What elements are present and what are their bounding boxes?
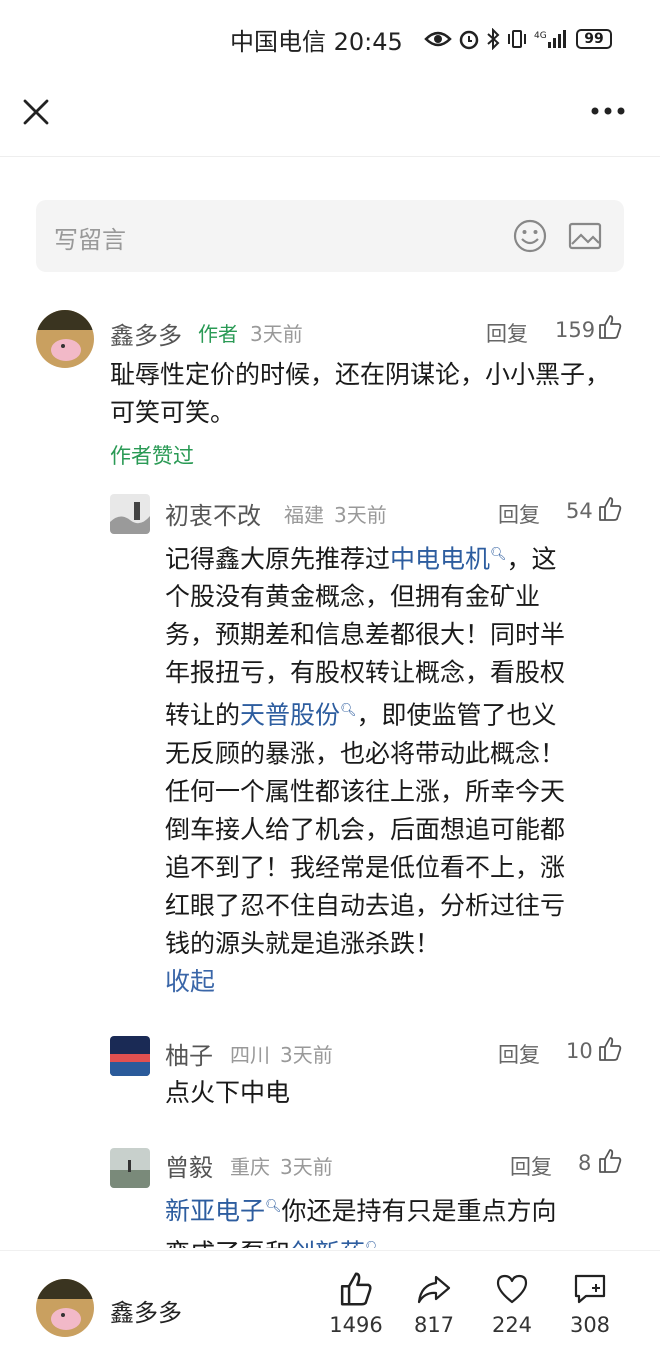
- text-line: 红眼了忍不住自动去追，分析过往亏: [165, 890, 566, 920]
- text-line: 追不到了！我经常是低位看不上，涨: [165, 852, 566, 882]
- heart-icon: [496, 1274, 528, 1304]
- like-count: 1496: [329, 1313, 383, 1337]
- close-icon[interactable]: [22, 98, 50, 126]
- commenter-name[interactable]: 初衷不改: [165, 496, 261, 531]
- stock-link[interactable]: 中电电机: [390, 544, 490, 573]
- like-count: 54: [566, 499, 593, 523]
- like-count: 10: [566, 1039, 593, 1063]
- share-button[interactable]: 817: [394, 1271, 474, 1337]
- avatar[interactable]: [110, 1036, 150, 1076]
- comment-input[interactable]: 写留言: [36, 200, 624, 272]
- text-line: 务，预期差和信息差都很大！同时半: [165, 620, 566, 650]
- alarm-icon: [459, 30, 479, 50]
- battery-icon: 99: [576, 29, 612, 49]
- thumbs-up-icon: [340, 1272, 372, 1306]
- comment-icon: [574, 1274, 606, 1304]
- bottom-action-bar: 鑫多多 1496 817 224 308: [0, 1250, 660, 1362]
- collapse-button[interactable]: 收起: [165, 962, 215, 998]
- text-line: 个股没有黄金概念，但拥有金矿业: [165, 582, 541, 612]
- text-line: 任何一个属性都该往上涨，所幸今天: [165, 776, 566, 806]
- status-icons: 4G 99: [424, 24, 612, 54]
- text-line: 年报扭亏，有股权转让概念，看股权: [165, 658, 566, 688]
- stock-link[interactable]: 创新药: [290, 1239, 365, 1248]
- stock-link[interactable]: 天普股份: [240, 701, 340, 730]
- top-nav: [0, 76, 660, 157]
- comment-location: 重庆: [230, 1155, 270, 1179]
- thumbs-up-icon[interactable]: [598, 314, 622, 340]
- signal-4g-icon: 4G: [534, 30, 566, 48]
- comment-time: 3天前: [280, 1043, 333, 1067]
- thumbs-up-icon[interactable]: [598, 496, 622, 522]
- emoji-icon[interactable]: [512, 218, 548, 254]
- text-line: 钱的源头就是追涨杀跌！: [165, 928, 441, 958]
- share-icon: [417, 1275, 451, 1304]
- search-icon: 🔍︎: [490, 547, 507, 562]
- commenter-name[interactable]: 曾毅: [165, 1148, 213, 1183]
- eye-icon: [424, 31, 452, 47]
- reply-button[interactable]: 回复: [498, 1039, 540, 1069]
- svg-text:4G: 4G: [534, 31, 547, 41]
- comment-text: 新亚电子🔍︎你还是持有只是重点方向 变成了泵和创新药🔍︎: [165, 1188, 615, 1248]
- reply-button[interactable]: 回复: [510, 1151, 552, 1181]
- image-icon[interactable]: [568, 222, 602, 250]
- thumbs-up-icon[interactable]: [598, 1036, 622, 1062]
- text-line: 记得鑫大原先推荐过中电电机🔍︎，这: [165, 544, 557, 574]
- comment-time: 3天前: [280, 1155, 333, 1179]
- carrier-time: 中国电信 20:45: [230, 28, 403, 56]
- comment-placeholder: 写留言: [54, 226, 126, 254]
- author-name[interactable]: 鑫多多: [110, 1293, 182, 1328]
- text-line: 新亚电子🔍︎你还是持有只是重点方向: [165, 1196, 557, 1226]
- favorite-button[interactable]: 224: [472, 1271, 552, 1337]
- favorite-count: 224: [491, 1313, 533, 1337]
- avatar[interactable]: [110, 1148, 150, 1188]
- more-icon[interactable]: [590, 106, 626, 116]
- search-icon: 🔍︎: [340, 703, 357, 719]
- avatar[interactable]: [110, 494, 150, 534]
- like-button[interactable]: 1496: [316, 1271, 396, 1337]
- stock-link[interactable]: 新亚电子: [165, 1196, 265, 1225]
- comment-time: 3天前: [250, 322, 303, 346]
- vibrate-icon: [508, 30, 526, 48]
- bluetooth-icon: [487, 28, 500, 50]
- text-line: 变成了泵和创新药🔍︎: [165, 1230, 615, 1248]
- text-line: 倒车接人给了机会，后面想追可能都: [165, 814, 566, 844]
- avatar[interactable]: [36, 1279, 94, 1337]
- commenter-name[interactable]: 鑫多多: [110, 316, 182, 351]
- avatar[interactable]: [36, 310, 94, 368]
- author-tag: 作者: [198, 322, 238, 346]
- comment-button[interactable]: 308: [550, 1271, 630, 1337]
- comment-time: 3天前: [334, 503, 387, 527]
- comment-text: 记得鑫大原先推荐过中电电机🔍︎，这 个股没有黄金概念，但拥有金矿业 务，预期差和…: [165, 536, 615, 963]
- reply-button[interactable]: 回复: [486, 318, 528, 348]
- commenter-name[interactable]: 柚子: [165, 1036, 213, 1071]
- like-count: 8: [578, 1151, 592, 1175]
- search-icon: 🔍︎: [265, 1199, 282, 1214]
- comment-location: 四川: [230, 1043, 270, 1067]
- text-line: 转让的天普股份🔍︎，即使监管了也义: [165, 700, 557, 730]
- search-icon: 🔍︎: [365, 1241, 382, 1248]
- reply-button[interactable]: 回复: [498, 499, 540, 529]
- comment-count: 308: [569, 1313, 611, 1337]
- comment-text: 点火下中电: [165, 1078, 291, 1107]
- comment-text: 耻辱性定价的时候，还在阴谋论，小小黑子，可笑可笑。: [110, 360, 611, 427]
- thumbs-up-icon[interactable]: [598, 1148, 622, 1174]
- comment-location: 福建: [284, 503, 324, 527]
- text-line: 无反顾的暴涨，也必将带动此概念！: [165, 738, 566, 768]
- author-liked-label: 作者赞过: [110, 444, 194, 468]
- status-bar: 中国电信 20:45 4G 99: [0, 0, 660, 76]
- like-count: 159: [555, 318, 596, 342]
- share-count: 817: [413, 1313, 455, 1337]
